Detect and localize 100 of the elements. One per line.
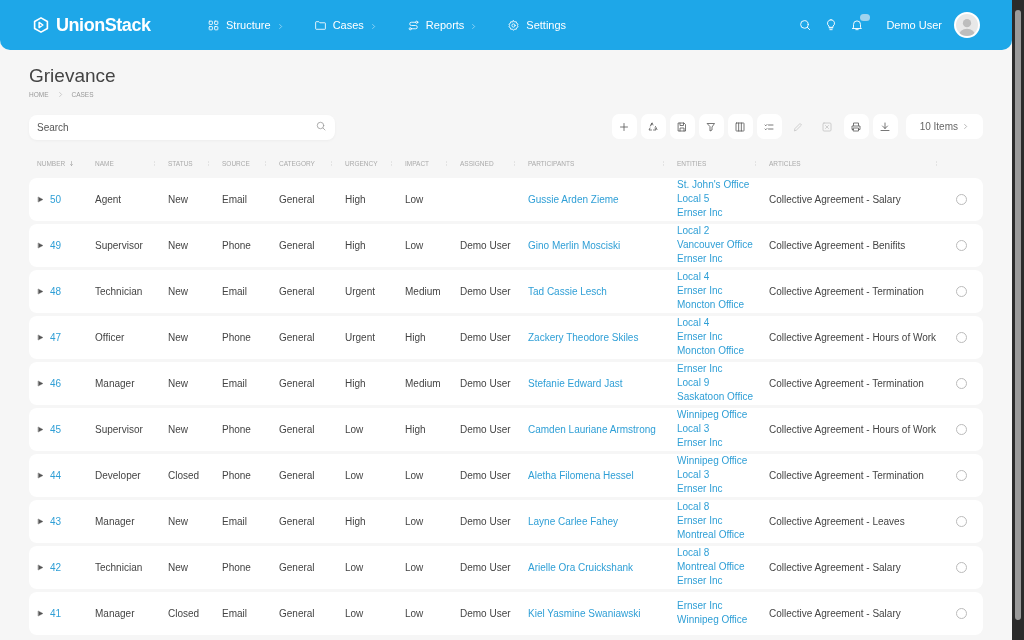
row-checkbox[interactable] bbox=[956, 285, 967, 297]
case-number-link[interactable]: 49 bbox=[50, 237, 62, 253]
entity-link[interactable]: Ernser Inc bbox=[677, 206, 769, 221]
case-number-link[interactable]: 42 bbox=[50, 559, 62, 575]
scrollbar[interactable] bbox=[1012, 0, 1024, 640]
entity-link[interactable]: Ernser Inc bbox=[677, 436, 769, 451]
table-row[interactable]: 48 Technician New Email General Urgent Medium Demo User Tad Cassie Lesch Local 4 Ernser Inc Moncton Office Collective Agreement - Termination bbox=[29, 269, 983, 313]
table-cell: General bbox=[279, 331, 315, 343]
entity-link[interactable]: Local 8 bbox=[677, 500, 769, 515]
entity-link[interactable]: Ernser Inc bbox=[677, 362, 769, 377]
table-row[interactable]: 49 Supervisor New Phone General High Low Demo User Gino Merlin Mosciski Local 2 Vancouver Office Ernser Inc Collective Agreement - Benifits bbox=[29, 223, 983, 267]
nav-item[interactable]: Reports bbox=[406, 16, 478, 34]
participant-link[interactable]: Layne Carlee Fahey bbox=[528, 515, 619, 527]
entity-link[interactable]: Local 2 bbox=[677, 224, 769, 239]
row-checkbox[interactable] bbox=[956, 331, 967, 343]
expand-icon[interactable] bbox=[37, 379, 44, 387]
case-number-link[interactable]: 45 bbox=[50, 421, 62, 437]
table-row[interactable]: 46 Manager New Email General High Medium Demo User Stefanie Edward Jast Ernser Inc Local 9 Saskatoon Office Collective Agreement - Termination bbox=[29, 361, 983, 405]
checklist-button[interactable] bbox=[756, 114, 782, 140]
entity-link[interactable]: Local 5 bbox=[677, 192, 769, 207]
avatar-icon[interactable] bbox=[954, 12, 980, 38]
entity-link[interactable]: Ernser Inc bbox=[677, 284, 769, 299]
table-row[interactable]: 44 Developer Closed Phone General Low Low Demo User Aletha Filomena Hessel Winnipeg Office Local 3 Ernser Inc Collective Agreement - Termination bbox=[29, 453, 983, 497]
row-checkbox[interactable] bbox=[956, 561, 967, 573]
entity-link[interactable]: Vancouver Office bbox=[677, 238, 769, 253]
entity-link[interactable]: Ernser Inc bbox=[677, 574, 769, 589]
participant-link[interactable]: Zackery Theodore Skiles bbox=[528, 331, 639, 343]
entity-link[interactable]: Moncton Office bbox=[677, 344, 769, 359]
nav-item[interactable]: Structure bbox=[207, 16, 284, 34]
entity-link[interactable]: Ernser Inc bbox=[677, 330, 769, 345]
expand-icon[interactable] bbox=[37, 195, 44, 203]
entity-link[interactable]: Ernser Inc bbox=[677, 514, 769, 529]
case-number-link[interactable]: 43 bbox=[50, 513, 62, 529]
case-number-link[interactable]: 46 bbox=[50, 375, 62, 391]
row-checkbox[interactable] bbox=[956, 193, 967, 205]
expand-icon[interactable] bbox=[37, 241, 44, 249]
expand-icon[interactable] bbox=[37, 333, 44, 341]
case-number-link[interactable]: 47 bbox=[50, 329, 62, 345]
participant-link[interactable]: Kiel Yasmine Swaniawski bbox=[528, 607, 641, 619]
items-per-page-button[interactable]: 10 Items bbox=[905, 114, 983, 140]
row-checkbox[interactable] bbox=[956, 377, 967, 389]
recycle-button[interactable] bbox=[640, 114, 666, 140]
table-row[interactable]: 47 Officer New Phone General Urgent High Demo User Zackery Theodore Skiles Local 4 Ernser Inc Moncton Office Collective Agreement - Hours of Work bbox=[29, 315, 983, 359]
participant-link[interactable]: Stefanie Edward Jast bbox=[528, 377, 623, 389]
entity-link[interactable]: Saskatoon Office bbox=[677, 390, 769, 405]
table-row[interactable]: 45 Supervisor New Phone General Low High Demo User Camden Lauriane Armstrong Winnipeg Office Local 3 Ernser Inc Collective Agreement - Hours of Work bbox=[29, 407, 983, 451]
entity-link[interactable]: Montreal Office bbox=[677, 560, 769, 575]
row-checkbox[interactable] bbox=[956, 423, 967, 435]
participant-link[interactable]: Gussie Arden Zieme bbox=[528, 193, 619, 205]
table-row[interactable]: 42 Technician New Phone General Low Low Demo User Arielle Ora Cruickshank Local 8 Montreal Office Ernser Inc Collective Agreement - Salary bbox=[29, 545, 983, 589]
table-row[interactable]: 43 Manager New Email General High Low Demo User Layne Carlee Fahey Local 8 Ernser Inc Montreal Office Collective Agreement - Leaves bbox=[29, 499, 983, 543]
entity-link[interactable]: Ernser Inc bbox=[677, 252, 769, 267]
entity-link[interactable]: Ernser Inc bbox=[677, 482, 769, 497]
case-number-link[interactable]: 41 bbox=[50, 605, 62, 621]
search-icon[interactable] bbox=[798, 18, 813, 32]
case-number-link[interactable]: 48 bbox=[50, 283, 62, 299]
case-number-link[interactable]: 50 bbox=[50, 191, 62, 207]
expand-icon[interactable] bbox=[37, 471, 44, 479]
participant-link[interactable]: Arielle Ora Cruickshank bbox=[528, 561, 634, 573]
download-button[interactable] bbox=[872, 114, 898, 140]
entity-link[interactable]: Montreal Office bbox=[677, 528, 769, 543]
participant-link[interactable]: Gino Merlin Mosciski bbox=[528, 239, 621, 251]
participant-link[interactable]: Camden Lauriane Armstrong bbox=[528, 423, 656, 435]
user-name[interactable]: Demo User bbox=[886, 16, 942, 34]
entity-link[interactable]: Local 9 bbox=[677, 376, 769, 391]
nav-item[interactable]: Cases bbox=[313, 16, 377, 34]
entity-link[interactable]: Local 3 bbox=[677, 422, 769, 437]
entity-link[interactable]: Local 8 bbox=[677, 546, 769, 561]
expand-icon[interactable] bbox=[37, 609, 44, 617]
participant-link[interactable]: Tad Cassie Lesch bbox=[528, 285, 607, 297]
expand-icon[interactable] bbox=[37, 425, 44, 433]
row-checkbox[interactable] bbox=[956, 607, 967, 619]
filter-button[interactable] bbox=[698, 114, 724, 140]
entity-link[interactable]: Local 3 bbox=[677, 468, 769, 483]
save-button[interactable] bbox=[669, 114, 695, 140]
print-button[interactable] bbox=[843, 114, 869, 140]
row-checkbox[interactable] bbox=[956, 239, 967, 251]
entity-link[interactable]: Local 4 bbox=[677, 270, 769, 285]
nav-item[interactable]: Settings bbox=[507, 16, 567, 34]
row-checkbox[interactable] bbox=[956, 469, 967, 481]
table-row[interactable]: 41 Manager Closed Email General Low Low Demo User Kiel Yasmine Swaniawski Ernser Inc Winnipeg Office Collective Agreement - Salary bbox=[29, 591, 983, 635]
row-checkbox[interactable] bbox=[956, 515, 967, 527]
table-row[interactable]: 50 Agent New Email General High Low Gussie Arden Zieme St. John's Office Local 5 Ernser Inc Collective Agreement - Salary bbox=[29, 177, 983, 221]
expand-icon[interactable] bbox=[37, 287, 44, 295]
entity-link[interactable]: Ernser Inc bbox=[677, 599, 769, 614]
notification-bell-icon[interactable] bbox=[850, 18, 865, 32]
participant-link[interactable]: Aletha Filomena Hessel bbox=[528, 469, 634, 481]
entity-link[interactable]: Local 4 bbox=[677, 316, 769, 331]
add-button[interactable] bbox=[611, 114, 637, 140]
entity-link[interactable]: Winnipeg Office bbox=[677, 454, 769, 469]
expand-icon[interactable] bbox=[37, 563, 44, 571]
columns-button[interactable] bbox=[727, 114, 753, 140]
case-number-link[interactable]: 44 bbox=[50, 467, 62, 483]
entity-link[interactable]: Winnipeg Office bbox=[677, 408, 769, 423]
entity-link[interactable]: Moncton Office bbox=[677, 298, 769, 313]
brand-name[interactable]: UnionStack bbox=[56, 11, 151, 39]
expand-icon[interactable] bbox=[37, 517, 44, 525]
entity-link[interactable]: St. John's Office bbox=[677, 178, 769, 193]
search-field[interactable]: Search bbox=[29, 114, 335, 140]
entity-link[interactable]: Winnipeg Office bbox=[677, 613, 769, 628]
